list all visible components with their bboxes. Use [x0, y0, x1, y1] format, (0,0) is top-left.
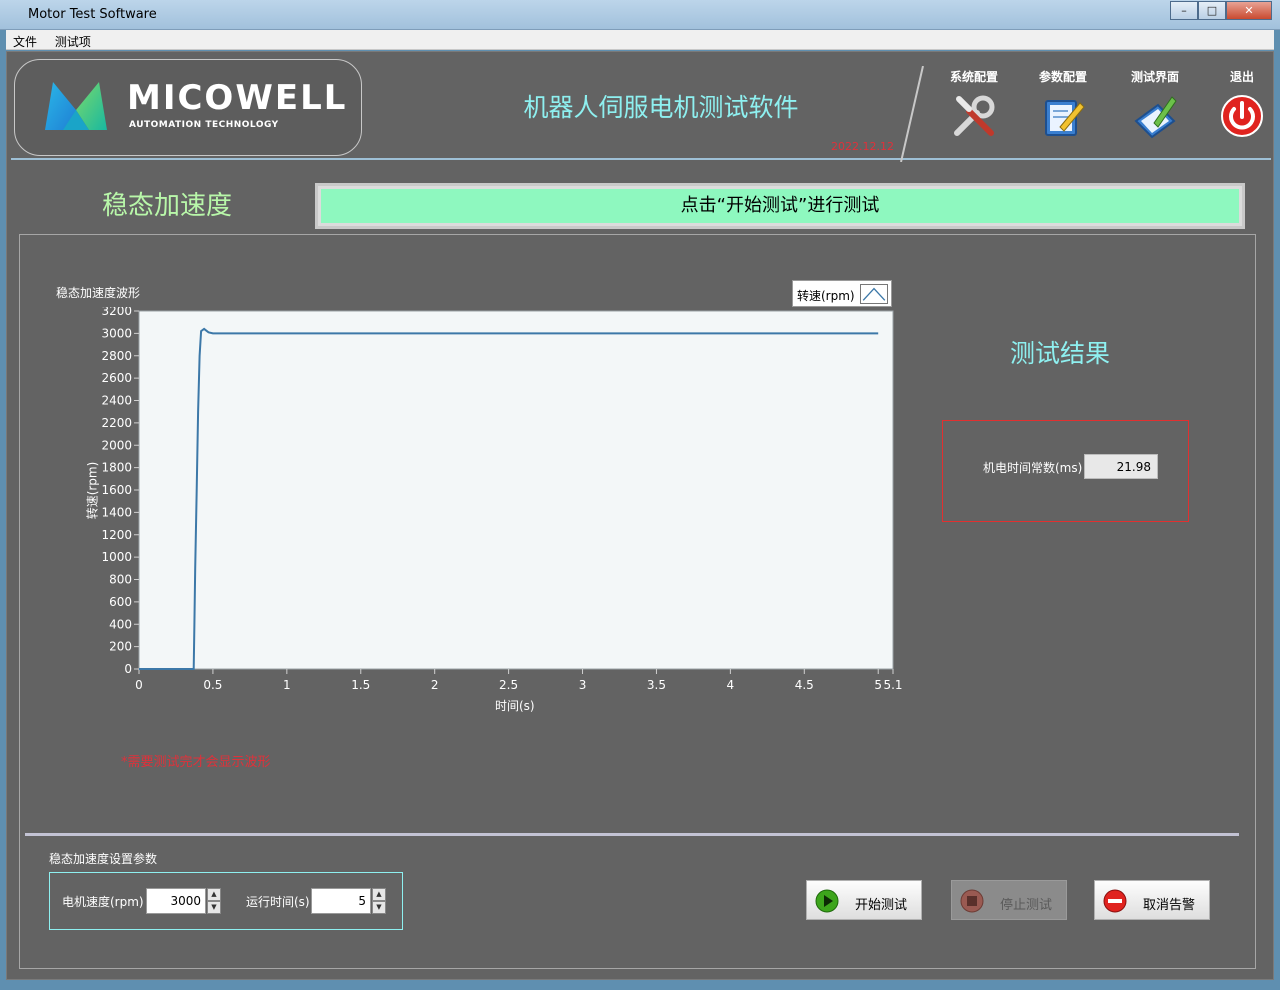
stop-icon — [960, 889, 984, 913]
x-tick-label: 1.5 — [351, 678, 370, 692]
chart-legend[interactable]: 转速(rpm) — [792, 280, 892, 307]
stop-test-button[interactable]: 停止测试 — [951, 880, 1067, 920]
y-tick-label: 800 — [109, 573, 132, 587]
x-tick-label: 3.5 — [647, 678, 666, 692]
chart-title: 稳态加速度波形 — [56, 286, 141, 300]
window-title: Motor Test Software — [28, 7, 157, 22]
y-tick-label: 3000 — [101, 326, 132, 340]
bottom-divider — [25, 833, 1239, 836]
y-tick-label: 0 — [124, 662, 132, 676]
run-time-label: 运行时间(s) — [246, 895, 310, 909]
legend-series-name: 转速(rpm) — [797, 289, 855, 303]
build-date: 2022.12.12 — [831, 140, 894, 153]
y-tick-label: 2200 — [101, 416, 132, 430]
param-box: 电机速度(rpm) 3000 ▲ ▼ 运行时间(s) 5 ▲ ▼ — [49, 872, 403, 930]
y-tick-label: 400 — [109, 617, 132, 631]
speed-spinner[interactable]: ▲ ▼ — [207, 888, 221, 914]
app-body: MICOWELL AUTOMATION TECHNOLOGY 机器人伺服电机测试… — [6, 51, 1274, 980]
header-divider — [900, 66, 924, 162]
menu-bar: 文件 测试项 — [6, 30, 1274, 50]
nav-param-config[interactable]: 参数配置 — [1023, 68, 1103, 139]
play-icon — [815, 889, 839, 913]
y-tick-label: 2000 — [101, 438, 132, 452]
speed-label: 电机速度(rpm) — [62, 895, 144, 909]
cancel-alarm-label: 取消告警 — [1143, 898, 1196, 913]
spin-up-icon[interactable]: ▲ — [207, 888, 221, 901]
x-tick-label: 1 — [283, 678, 291, 692]
waveform-note: *需要测试完才会显示波形 — [121, 755, 271, 770]
param-section-title: 稳态加速度设置参数 — [49, 852, 158, 866]
test-name-label: 稳态加速度 — [102, 191, 233, 221]
nav-label: 参数配置 — [1038, 70, 1087, 84]
y-tick-label: 2600 — [101, 371, 132, 385]
y-tick-label: 1200 — [101, 528, 132, 542]
y-tick-label: 3200 — [101, 307, 132, 318]
status-prompt-text: 点击“开始测试”进行测试 — [321, 189, 1239, 223]
clipboard-pen-icon — [1134, 96, 1177, 139]
edit-document-icon — [1045, 100, 1085, 136]
nav-exit[interactable]: 退出 — [1202, 68, 1280, 139]
close-button[interactable]: ✕ — [1226, 1, 1272, 20]
x-tick-label: 4.5 — [795, 678, 814, 692]
start-test-label: 开始测试 — [855, 898, 908, 913]
spin-down-icon[interactable]: ▼ — [207, 901, 221, 914]
nav-system-config[interactable]: 系统配置 — [934, 68, 1014, 139]
x-tick-label: 0.5 — [203, 678, 222, 692]
maximize-button[interactable]: □ — [1198, 1, 1226, 20]
y-tick-label: 1000 — [101, 550, 132, 564]
result-title: 测试结果 — [1010, 339, 1111, 368]
spin-up-icon[interactable]: ▲ — [372, 888, 386, 901]
x-tick-label: 0 — [135, 678, 143, 692]
spin-down-icon[interactable]: ▼ — [372, 901, 386, 914]
y-tick-label: 1600 — [101, 483, 132, 497]
cancel-alarm-button[interactable]: 取消告警 — [1094, 880, 1210, 920]
start-test-button[interactable]: 开始测试 — [806, 880, 922, 920]
header: MICOWELL AUTOMATION TECHNOLOGY 机器人伺服电机测试… — [11, 56, 1271, 162]
nav-label: 退出 — [1229, 70, 1254, 84]
result-box: 机电时间常数(ms) 21.98 — [942, 420, 1189, 522]
status-prompt: 点击“开始测试”进行测试 — [315, 183, 1245, 229]
menu-item-file[interactable]: 文件 — [6, 30, 44, 53]
menu-item-test-items[interactable]: 测试项 — [48, 30, 98, 53]
y-tick-label: 2800 — [101, 349, 132, 363]
nav-test-screen[interactable]: 测试界面 — [1115, 68, 1195, 139]
run-time-input[interactable]: 5 — [311, 888, 371, 914]
x-tick-label: 5.1 — [883, 678, 902, 692]
no-entry-icon — [1103, 889, 1127, 913]
y-tick-label: 2400 — [101, 394, 132, 408]
x-tick-label: 3 — [579, 678, 587, 692]
nav-label: 系统配置 — [949, 70, 998, 84]
x-tick-label: 2.5 — [499, 678, 518, 692]
minimize-button[interactable]: – — [1170, 1, 1198, 20]
y-tick-label: 600 — [109, 595, 132, 609]
legend-line-icon — [860, 284, 888, 304]
x-tick-label: 4 — [727, 678, 735, 692]
window-titlebar: Motor Test Software – □ ✕ — [0, 0, 1280, 30]
speed-input[interactable]: 3000 — [146, 888, 206, 914]
power-icon — [1221, 95, 1263, 137]
y-tick-label: 1400 — [101, 505, 132, 519]
x-tick-label: 5 — [874, 678, 882, 692]
run-time-spinner[interactable]: ▲ ▼ — [372, 888, 386, 914]
time-constant-value: 21.98 — [1084, 454, 1158, 479]
speed-chart[interactable]: 0 200 400 600 800 1000 1200 1400 1600 1800 2000 220… — [77, 307, 917, 697]
time-constant-label: 机电时间常数(ms) — [983, 461, 1083, 475]
y-tick-label: 200 — [109, 640, 132, 654]
x-axis-label: 时间(s) — [495, 699, 535, 713]
plot-area — [138, 310, 894, 670]
nav-label: 测试界面 — [1130, 70, 1179, 84]
x-tick-label: 2 — [431, 678, 439, 692]
y-tick-label: 1800 — [101, 461, 132, 475]
stop-test-label: 停止测试 — [1000, 898, 1053, 913]
tools-icon — [954, 95, 995, 136]
window-controls: – □ ✕ — [1170, 1, 1272, 20]
